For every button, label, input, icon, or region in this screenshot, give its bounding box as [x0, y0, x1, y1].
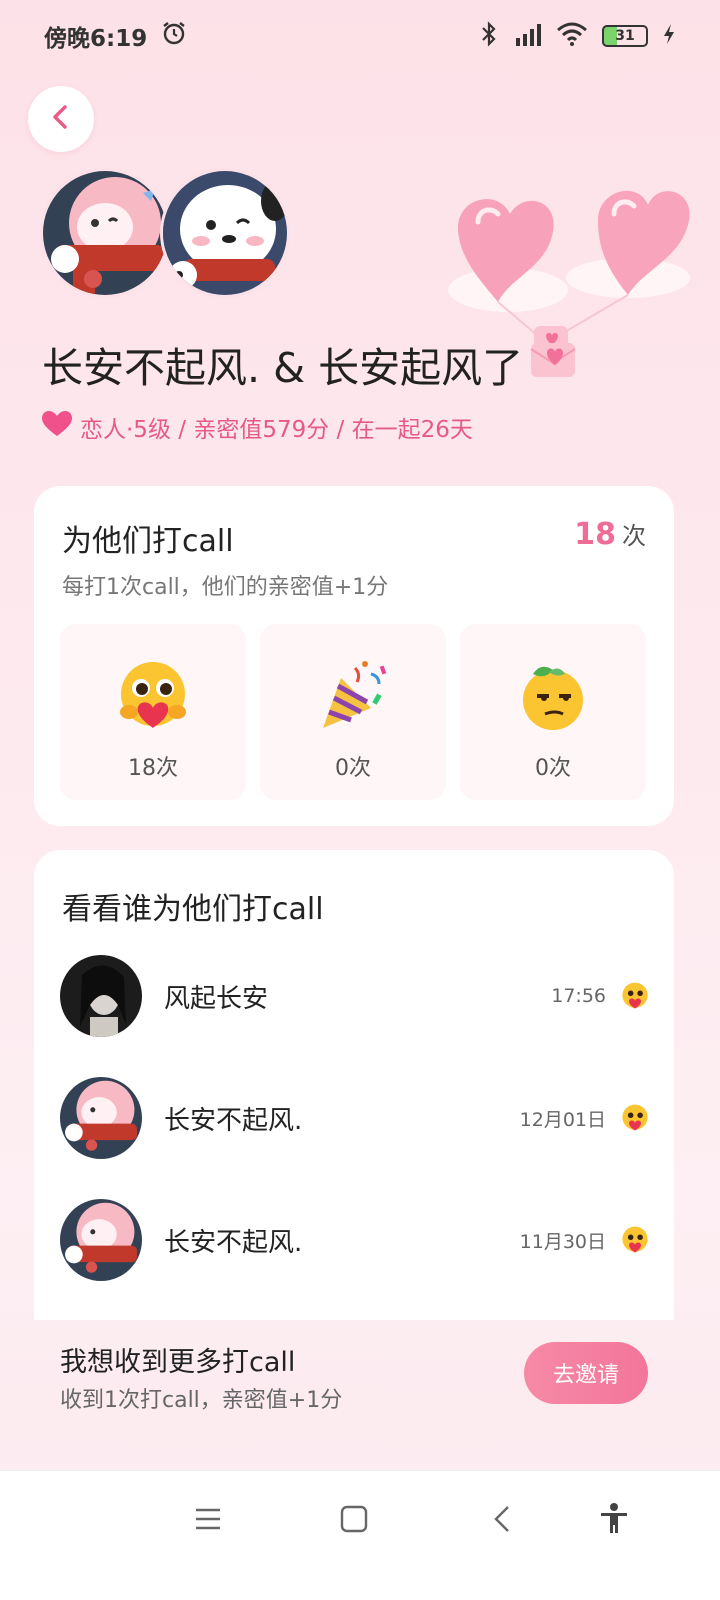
accessibility-icon [599, 1503, 629, 1539]
accessibility-button[interactable] [592, 1499, 636, 1543]
supporter-time: 12月01日 [519, 1108, 606, 1131]
system-nav-bar [0, 1470, 720, 1600]
status-bar: 傍晚6:19 31 [0, 0, 720, 72]
bluetooth-icon [480, 21, 498, 51]
hug-face-emoji-icon [620, 1103, 650, 1133]
supporter-name: 长安不起风. [164, 1105, 303, 1136]
avatar[interactable] [60, 1077, 142, 1159]
call-count: 18 次 [574, 516, 646, 552]
list-item[interactable]: 长安不起风. 12月01日 [60, 1076, 650, 1160]
supporters-card: 看看谁为他们打call 风起长安 17:56 长安不起风. 12月01日 长安不… [34, 850, 674, 1320]
love-letter-icon [527, 337, 579, 391]
invite-title: 我想收到更多打call [60, 1347, 296, 1378]
back-button[interactable] [28, 86, 94, 152]
invite-subtitle: 收到1次打call，亲密值+1分 [60, 1388, 343, 1413]
alarm-icon [161, 20, 187, 52]
party-popper-emoji-icon [315, 658, 391, 734]
reaction-hug-count: 18次 [128, 756, 178, 781]
chevron-left-icon [46, 102, 76, 136]
supporter-name: 风起长安 [164, 983, 269, 1014]
hug-face-emoji-icon [620, 1225, 650, 1255]
hug-face-emoji-icon [620, 981, 650, 1011]
avatar-left[interactable] [40, 168, 170, 298]
invite-section: 我想收到更多打call 收到1次打call，亲密值+1分 去邀请 [0, 1306, 720, 1470]
back-triangle-icon [492, 1504, 512, 1538]
relationship-info: 恋人·5级 / 亲密值579分 / 在一起26天 [42, 410, 473, 444]
reaction-lemon-count: 0次 [535, 756, 571, 781]
charging-icon [662, 23, 676, 49]
couple-title-row: 长安不起风. & 长安起风了 [42, 334, 682, 394]
list-item[interactable]: 长安不起风. 11月30日 [60, 1198, 650, 1282]
page-title: 长安不起风. & 长安起风了 [42, 344, 524, 392]
reaction-party[interactable]: 0次 [260, 624, 446, 800]
list-item[interactable]: 风起长安 17:56 [60, 954, 650, 1038]
call-card: 为他们打call 18 次 每打1次call，他们的亲密值+1分 18次 0次 … [34, 486, 674, 826]
call-count-number: 18 [574, 517, 616, 552]
heart-icon [42, 411, 72, 443]
call-count-unit: 次 [622, 522, 646, 550]
avatar[interactable] [60, 955, 142, 1037]
lemon-face-emoji-icon [515, 658, 591, 734]
avatar-right[interactable] [160, 168, 290, 298]
call-card-description: 每打1次call，他们的亲密值+1分 [62, 575, 389, 600]
supporter-time: 11月30日 [519, 1230, 606, 1253]
relationship-text: 恋人·5级 / 亲密值579分 / 在一起26天 [80, 417, 473, 443]
square-icon [340, 1505, 368, 1537]
supporters-title: 看看谁为他们打call [62, 892, 324, 927]
avatar[interactable] [60, 1199, 142, 1281]
supporter-time: 17:56 [551, 985, 606, 1007]
menu-icon [194, 1507, 222, 1535]
call-card-title: 为他们打call [62, 524, 234, 559]
reaction-lemon[interactable]: 0次 [460, 624, 646, 800]
reaction-party-count: 0次 [335, 756, 371, 781]
signal-icon [512, 22, 542, 50]
wifi-icon [556, 22, 588, 50]
reaction-hug[interactable]: 18次 [60, 624, 246, 800]
system-back-button[interactable] [480, 1499, 524, 1543]
supporter-name: 长安不起风. [164, 1227, 303, 1258]
hug-face-emoji-icon [115, 658, 191, 734]
menu-button[interactable] [186, 1499, 230, 1543]
home-button[interactable] [332, 1499, 376, 1543]
status-time: 傍晚6:19 [44, 26, 148, 52]
battery-indicator: 31 [602, 25, 648, 47]
invite-button[interactable]: 去邀请 [524, 1342, 648, 1404]
